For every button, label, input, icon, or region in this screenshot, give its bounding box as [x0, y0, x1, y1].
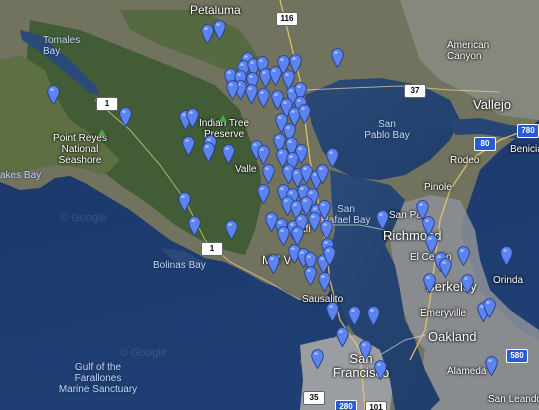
map-marker-icon[interactable]: [185, 108, 199, 128]
map-marker-icon[interactable]: [201, 142, 215, 162]
map-marker-icon[interactable]: [421, 216, 435, 236]
map-marker-icon[interactable]: [303, 266, 317, 286]
map-marker-icon[interactable]: [310, 349, 324, 369]
highway-shield-icon: 80: [474, 137, 496, 151]
map-watermark: © Google: [60, 212, 107, 224]
map-marker-icon[interactable]: [261, 164, 275, 184]
park-icon: [98, 124, 106, 136]
highway-shield-icon: 780: [517, 124, 539, 138]
map-marker-icon[interactable]: [366, 306, 380, 326]
map-base-layer: [0, 0, 539, 410]
map-marker-icon[interactable]: [499, 246, 513, 266]
highway-shield-icon: 101: [365, 401, 387, 410]
map-marker-icon[interactable]: [322, 246, 336, 266]
map-watermark: © Google: [120, 347, 167, 359]
map-marker-icon[interactable]: [266, 254, 280, 274]
map-marker-icon[interactable]: [375, 210, 389, 230]
map-marker-icon[interactable]: [297, 104, 311, 124]
map-marker-icon[interactable]: [256, 145, 270, 165]
map-marker-icon[interactable]: [221, 144, 235, 164]
map-marker-icon[interactable]: [438, 258, 452, 278]
highway-shield-icon: 280: [335, 400, 357, 410]
map-marker-icon[interactable]: [319, 220, 333, 240]
map-marker-icon[interactable]: [181, 136, 195, 156]
map-view[interactable]: Petaluma Tomales Bay American Canyon Vallejo S…: [0, 0, 539, 410]
highway-shield-icon: 1: [201, 242, 223, 256]
map-marker-icon[interactable]: [290, 226, 304, 246]
map-marker-icon[interactable]: [325, 302, 339, 322]
highway-shield-icon: 116: [276, 12, 298, 26]
map-marker-icon[interactable]: [224, 220, 238, 240]
map-marker-icon[interactable]: [315, 164, 329, 184]
map-marker-icon[interactable]: [177, 192, 191, 212]
highway-shield-icon: 1: [96, 97, 118, 111]
map-marker-icon[interactable]: [456, 246, 470, 266]
map-marker-icon[interactable]: [460, 274, 474, 294]
map-marker-icon[interactable]: [212, 20, 226, 40]
map-marker-icon[interactable]: [46, 85, 60, 105]
map-marker-icon[interactable]: [482, 298, 496, 318]
map-marker-icon[interactable]: [317, 272, 331, 292]
map-marker-icon[interactable]: [358, 340, 372, 360]
map-marker-icon[interactable]: [330, 48, 344, 68]
highway-shield-icon: 37: [404, 84, 426, 98]
map-marker-icon[interactable]: [422, 273, 436, 293]
map-marker-icon[interactable]: [276, 226, 290, 246]
map-marker-icon[interactable]: [256, 184, 270, 204]
map-marker-icon[interactable]: [424, 234, 438, 254]
map-marker-icon[interactable]: [484, 356, 498, 376]
map-marker-icon[interactable]: [347, 306, 361, 326]
highway-shield-icon: 580: [506, 349, 528, 363]
map-marker-icon[interactable]: [256, 88, 270, 108]
map-marker-icon[interactable]: [118, 107, 132, 127]
map-marker-icon[interactable]: [225, 80, 239, 100]
highway-shield-icon: 35: [303, 391, 325, 405]
map-marker-icon[interactable]: [335, 327, 349, 347]
map-marker-icon[interactable]: [373, 360, 387, 380]
park-icon: [219, 110, 227, 122]
map-marker-icon[interactable]: [187, 216, 201, 236]
